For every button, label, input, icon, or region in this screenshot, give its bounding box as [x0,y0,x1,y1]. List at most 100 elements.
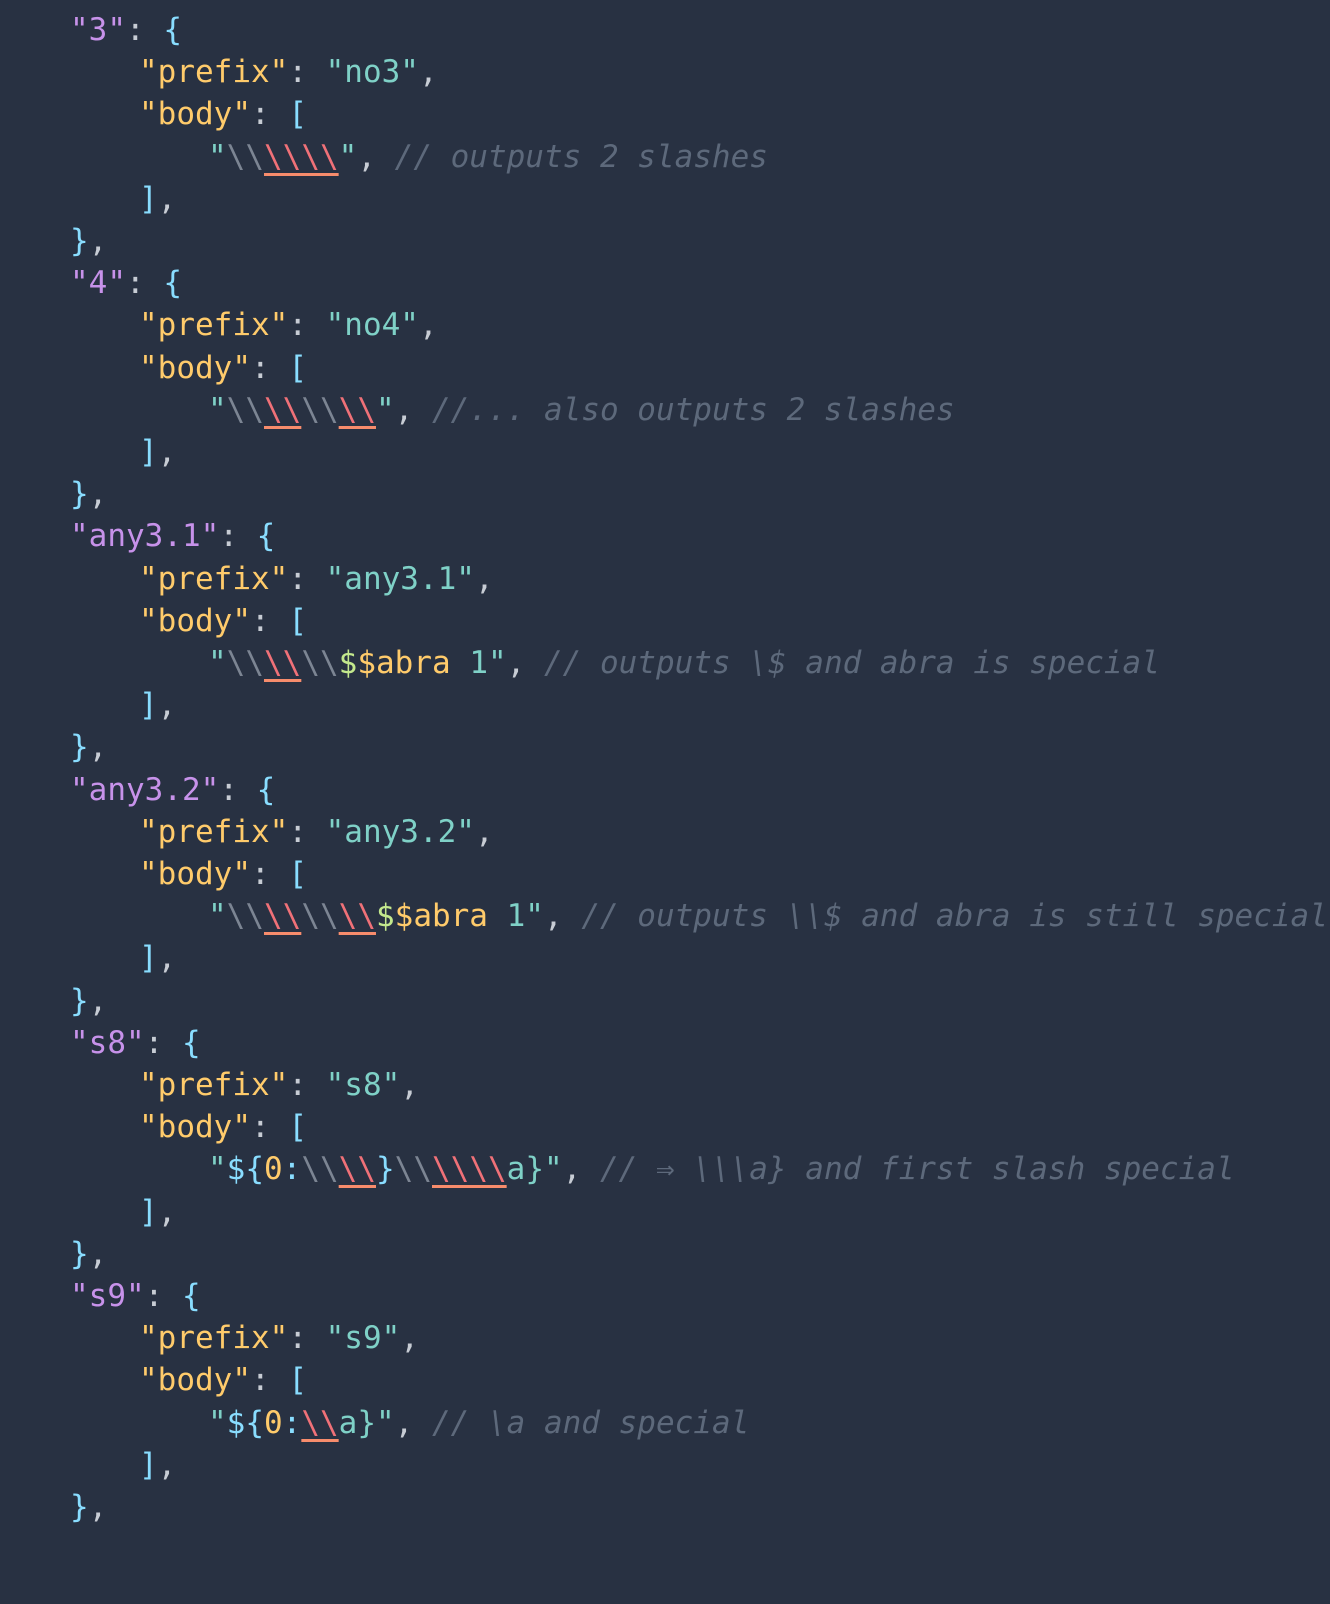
string-token: 1" [487,898,544,934]
comment-token: // outputs 2 slashes [394,139,768,175]
comment-token: // ⇒ \\\a} and first slash special [599,1151,1235,1187]
brace-token: { [163,265,182,301]
escape-sequence-token: \\ [226,898,264,934]
punctuation-token: : [144,1278,182,1314]
punctuation-token: : [250,350,289,386]
code-line[interactable]: ], [139,1445,176,1485]
brace-token: } [70,223,89,259]
snippet-key-token: "any3.1" [70,518,220,554]
code-line[interactable]: "${0:\\\\}\\\\\\a}", // ⇒ \\\a} and firs… [208,1149,1235,1189]
code-line[interactable]: "prefix": "no3", [139,52,438,92]
punctuation-token: : [288,54,326,90]
string-token: " [208,645,227,681]
code-line[interactable]: "s8": { [70,1023,201,1063]
punctuation-token: , [157,181,177,217]
code-line[interactable]: "body": [ [139,348,307,388]
punctuation-token: : [250,96,289,132]
property-key-token: "body" [139,856,251,892]
string-token: "no3" [325,54,419,90]
punctuation-token: : [250,1362,289,1398]
punctuation-token: : [288,1320,326,1356]
code-line[interactable]: "\\\\\\", // outputs 2 slashes [208,137,768,177]
punctuation-token: , [394,392,432,428]
punctuation-token: : [288,814,326,850]
code-line[interactable]: "prefix": "s9", [139,1318,419,1358]
punctuation-token: , [88,223,108,259]
code-line[interactable]: "prefix": "any3.1", [139,559,494,599]
code-line[interactable]: ], [139,1192,176,1232]
bracket-token: [ [288,350,307,386]
placeholder-index-token: 0 [264,1151,283,1187]
placeholder-token: : [282,1405,302,1441]
code-line[interactable]: "prefix": "s8", [139,1065,419,1105]
highlighted-escape-token: \\ [301,1405,339,1441]
code-line[interactable]: }, [70,1487,107,1527]
string-token: " [208,898,227,934]
code-line[interactable]: "${0:\\a}", // \a and special [208,1403,749,1443]
punctuation-token: , [157,687,177,723]
code-line[interactable]: "s9": { [70,1276,201,1316]
code-line[interactable]: }, [70,727,107,767]
code-line[interactable]: "body": [ [139,1107,307,1147]
code-line[interactable]: "prefix": "any3.2", [139,812,494,852]
placeholder-index-token: 0 [264,1405,283,1441]
punctuation-token: , [506,645,544,681]
code-editor[interactable]: "3": {"prefix": "no3", "body": ["\\\\\\",… [0,10,1330,1604]
punctuation-token: : [250,1109,289,1145]
escape-sequence-token: \\ [226,645,264,681]
code-line[interactable]: ], [139,179,176,219]
code-line[interactable]: ], [139,685,176,725]
code-line[interactable]: "\\\\\\$$abra 1", // outputs \$ and abra… [208,643,1160,683]
code-line[interactable]: ], [139,938,176,978]
code-line[interactable]: "\\\\\\\\", //... also outputs 2 slashes [208,390,955,430]
punctuation-token: : [126,265,164,301]
punctuation-token: : [288,561,326,597]
code-line[interactable]: "any3.2": { [70,770,275,810]
code-line[interactable]: ], [139,432,176,472]
code-line[interactable]: }, [70,1234,107,1274]
placeholder-token: } [376,1151,395,1187]
code-line[interactable]: }, [70,474,107,514]
code-line[interactable]: "body": [ [139,94,307,134]
property-key-token: "body" [139,1109,251,1145]
comment-token: // outputs \$ and abra is special [543,645,1160,681]
punctuation-token: , [543,898,582,934]
escape-sequence-token: \\ [301,1151,339,1187]
property-key-token: "body" [139,96,251,132]
snippet-key-token: "3" [70,12,126,48]
code-line[interactable]: "3": { [70,10,182,50]
comment-token: // \a and special [432,1405,750,1441]
code-line[interactable]: "4": { [70,263,182,303]
code-line[interactable]: }, [70,221,107,261]
escape-sequence-token: \\ [394,1151,432,1187]
snippet-key-token: "any3.2" [70,772,220,808]
code-line[interactable]: }, [70,981,107,1021]
string-token: "any3.2" [325,814,475,850]
code-line[interactable]: "any3.1": { [70,516,275,556]
property-key-token: "prefix" [139,307,289,343]
punctuation-token: , [562,1151,600,1187]
brace-token: { [181,1025,201,1061]
code-line[interactable]: "body": [ [139,1360,307,1400]
code-line[interactable]: "\\\\\\\\$$abra 1", // outputs \\$ and a… [208,896,1328,936]
punctuation-token: , [357,139,395,175]
property-key-token: "prefix" [139,1320,289,1356]
escape-sequence-token: \\ [301,645,339,681]
bracket-token: ] [139,1194,158,1230]
brace-token: { [256,518,276,554]
punctuation-token: : [144,1025,182,1061]
highlighted-escape-token: \\ [264,645,302,681]
string-token: " [208,1151,227,1187]
string-token: "any3.1" [325,561,475,597]
placeholder-token: ${ [226,1151,264,1187]
string-token: " [208,1405,227,1441]
code-line[interactable]: "body": [ [139,854,307,894]
dollar-token: $ [375,898,395,934]
property-key-token: "prefix" [139,1067,289,1103]
brace-token: } [70,983,89,1019]
code-line[interactable]: "body": [ [139,601,307,641]
code-line[interactable]: "prefix": "no4", [139,305,438,345]
brace-token: { [163,12,182,48]
placeholder-token: : [282,1151,302,1187]
escape-sequence-token: \\ [301,392,339,428]
